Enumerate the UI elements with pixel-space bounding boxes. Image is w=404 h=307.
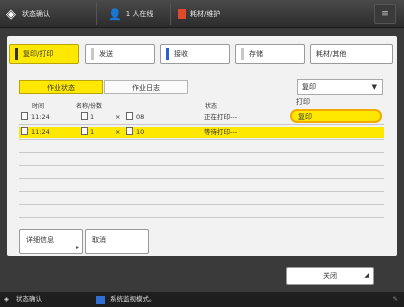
header-status: 状态: [205, 103, 218, 110]
pages-icon: [126, 112, 133, 120]
category-tabs: 复印/打印 发送 接收 存储 耗材/其他: [7, 44, 397, 66]
header-time: 时间: [32, 103, 45, 110]
status-message: 系统监视模式。: [110, 295, 156, 303]
tab-store[interactable]: 存储: [235, 44, 305, 64]
diamond-icon: ◈: [6, 6, 16, 22]
chevron-down-icon: ▼: [371, 83, 377, 91]
corner-arrow-icon: ▸: [75, 244, 79, 251]
tab-job-status[interactable]: 作业状态: [19, 80, 103, 94]
users-tab[interactable]: 👤 1 人在线: [108, 7, 153, 21]
option-print[interactable]: 打印: [296, 96, 310, 108]
diamond-icon: ◈: [4, 295, 9, 303]
main-panel: [7, 36, 397, 256]
table-row[interactable]: 11:24 1 × 08 正在打印---: [19, 112, 384, 123]
copies-icon: [81, 112, 88, 120]
tab-consumables-other[interactable]: 耗材/其他: [310, 44, 393, 64]
corner-arrow-icon: ◢: [364, 272, 369, 279]
menu-button[interactable]: ≡: [374, 4, 396, 24]
status-bar: ◈ 状态确认 系统监视模式。 ✎: [0, 292, 404, 307]
pages-icon: [126, 127, 133, 135]
cancel-button[interactable]: 取消: [85, 229, 149, 254]
toner-icon: [178, 9, 186, 19]
consumables-tab[interactable]: 耗材/维护: [178, 7, 220, 21]
tab-job-log[interactable]: 作业日志: [104, 80, 188, 94]
tab-copy-print[interactable]: 复印/打印: [9, 44, 79, 64]
status-monitor-tab[interactable]: ◈ 状态确认: [6, 6, 50, 22]
status-monitor-label: 状态确认: [22, 10, 50, 18]
user-icon: 👤: [108, 7, 122, 21]
top-bar: ◈ 状态确认 👤 1 人在线 耗材/维护 ≡: [0, 0, 404, 28]
monitor-icon: [96, 296, 105, 304]
header-name-copies: 名称/份数: [76, 103, 103, 110]
tab-send[interactable]: 发送: [85, 44, 155, 64]
details-button[interactable]: 详细信息 ▸: [19, 229, 83, 254]
table-row[interactable]: 11:24 1 × 10 等待打印---: [19, 127, 384, 138]
edit-icon: ✎: [392, 295, 398, 303]
document-icon: [21, 127, 28, 135]
job-type-select[interactable]: 复印 ▼: [297, 79, 383, 95]
consumables-label: 耗材/维护: [190, 10, 221, 18]
document-icon: [21, 112, 28, 120]
status-bar-title[interactable]: 状态确认: [16, 292, 42, 307]
close-button[interactable]: 关闭 ◢: [286, 267, 374, 285]
copies-icon: [81, 127, 88, 135]
tab-receive[interactable]: 接收: [160, 44, 230, 64]
job-type-value: 复印: [302, 83, 316, 91]
users-label: 1 人在线: [125, 10, 154, 18]
